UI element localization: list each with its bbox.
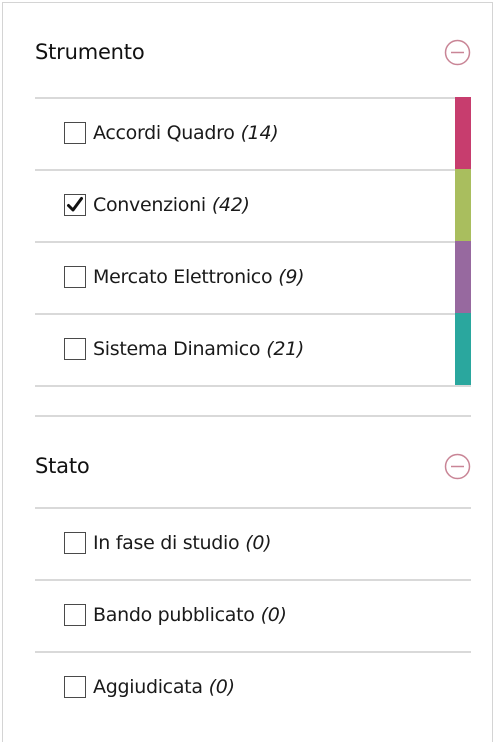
option-count: (21) [266, 338, 305, 360]
option-count: (0) [245, 532, 272, 554]
collapse-strumento-icon[interactable] [444, 39, 471, 66]
filter-option-sistema-dinamico[interactable]: Sistema Dinamico (21) [35, 313, 471, 387]
checkbox-sistema-dinamico[interactable] [64, 338, 86, 360]
filter-option-aggiudicata[interactable]: Aggiudicata (0) [35, 651, 471, 723]
option-label: Bando pubblicato (0) [93, 604, 287, 626]
filter-panel: Strumento Accordi Quadro (14) Convenzioni… [2, 2, 493, 742]
filter-option-mercato-elettronico[interactable]: Mercato Elettronico (9) [35, 241, 471, 313]
color-strip-accordi-quadro [455, 97, 471, 169]
option-count: (9) [278, 266, 305, 288]
filter-option-accordi-quadro[interactable]: Accordi Quadro (14) [35, 97, 471, 169]
filter-option-convenzioni[interactable]: Convenzioni (42) [35, 169, 471, 241]
option-label: Accordi Quadro (14) [93, 122, 279, 144]
section-divider [35, 415, 471, 417]
option-label: Aggiudicata (0) [93, 676, 235, 698]
option-count: (0) [260, 604, 287, 626]
section-header-strumento: Strumento [35, 37, 471, 67]
option-label: Mercato Elettronico (9) [93, 266, 305, 288]
checkbox-convenzioni-checked[interactable] [64, 194, 86, 216]
section-title-strumento: Strumento [35, 40, 145, 64]
option-count: (42) [211, 194, 250, 216]
color-strip-convenzioni [455, 169, 471, 241]
filter-option-in-fase-di-studio[interactable]: In fase di studio (0) [35, 507, 471, 579]
section-title-stato: Stato [35, 454, 90, 478]
collapse-stato-icon[interactable] [444, 453, 471, 480]
filter-option-bando-pubblicato[interactable]: Bando pubblicato (0) [35, 579, 471, 651]
option-label: Sistema Dinamico (21) [93, 338, 305, 360]
option-count: (14) [240, 122, 279, 144]
checkbox-aggiudicata[interactable] [64, 676, 86, 698]
color-strip-sistema-dinamico [455, 313, 471, 385]
divider [35, 385, 471, 387]
section-header-stato: Stato [35, 451, 471, 481]
checkbox-accordi-quadro[interactable] [64, 122, 86, 144]
checkbox-mercato-elettronico[interactable] [64, 266, 86, 288]
option-label: Convenzioni (42) [93, 194, 250, 216]
option-count: (0) [208, 676, 235, 698]
checkbox-bando-pubblicato[interactable] [64, 604, 86, 626]
option-label: In fase di studio (0) [93, 532, 272, 554]
checkmark-icon [67, 197, 83, 212]
color-strip-mercato-elettronico [455, 241, 471, 313]
checkbox-in-fase-di-studio[interactable] [64, 532, 86, 554]
